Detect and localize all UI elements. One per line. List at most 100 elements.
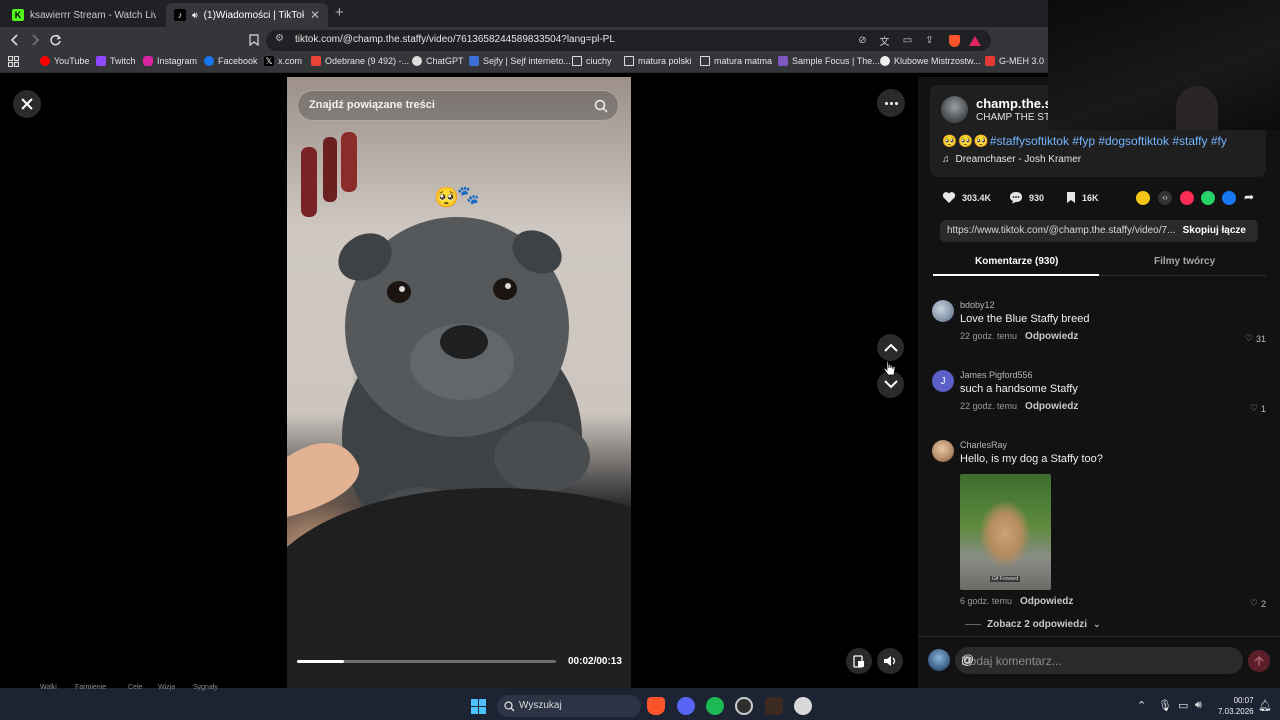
app-taskbar-icon[interactable] (794, 697, 812, 715)
start-button[interactable] (469, 697, 487, 715)
brave-rewards-icon[interactable] (966, 32, 983, 49)
bookmark-gmail[interactable]: Odebrane (9 492) -... (311, 56, 409, 66)
bookmark-page-button[interactable] (244, 30, 264, 50)
image-caption: Gif Forward (990, 576, 1021, 582)
bookmark-gmeh[interactable]: G-MEH 3.0 (985, 56, 1044, 66)
previous-video-button[interactable] (877, 334, 904, 361)
view-replies-button[interactable]: Zobacz 2 odpowiedzi ⌄ (965, 619, 1101, 630)
facebook-share-icon[interactable] (1222, 191, 1236, 205)
comment-author[interactable]: bdoby12 (960, 300, 995, 310)
save-button[interactable]: 16K (1066, 191, 1099, 204)
reply-button[interactable]: Odpowiedz (1025, 331, 1078, 342)
streamer-silhouette (1176, 86, 1218, 130)
send-to-friends-icon[interactable] (1180, 191, 1194, 205)
share-page-icon[interactable]: ⇪ (921, 32, 938, 49)
like-count: 303.4K (962, 192, 992, 203)
reply-button[interactable]: Odpowiedz (1020, 596, 1073, 607)
apps-grid-icon[interactable] (8, 56, 19, 67)
floating-player-button[interactable] (846, 648, 872, 674)
emoji-icon[interactable]: ☺ (961, 652, 1233, 667)
tab-creator-videos[interactable]: Filmy twórcy (1154, 256, 1215, 267)
comment-button[interactable]: 930 (1009, 191, 1044, 204)
microphone-icon[interactable]: 🎙︎ (1158, 699, 1172, 712)
share-arrow-icon[interactable]: ➦ (1244, 190, 1254, 204)
video-progress-bar[interactable] (297, 660, 556, 663)
comment-author[interactable]: CharlesRay (960, 440, 1007, 450)
spotify-taskbar-icon[interactable] (706, 697, 724, 715)
brave-shield-icon[interactable] (946, 32, 963, 49)
caption-hashtags[interactable]: #staffysoftiktok #fyp #dogsoftiktok #sta… (990, 134, 1227, 148)
notifications-icon[interactable]: 🔔︎ (1258, 699, 1272, 712)
network-icon[interactable]: ▭ (1178, 699, 1188, 712)
comment-avatar[interactable] (932, 440, 954, 462)
bookmark-facebook[interactable]: Facebook (204, 56, 258, 66)
site-info-icon[interactable]: ⚙︎ (275, 33, 284, 44)
discord-taskbar-icon[interactable] (677, 697, 695, 715)
reply-button[interactable]: Odpowiedz (1025, 401, 1078, 412)
taskbar-search[interactable]: Wyszukaj (497, 695, 641, 717)
browser-tab-tiktok[interactable]: ♪ 🔊︎ (1)Wiadomości | TikTok ✕ (166, 3, 328, 27)
new-tab-button[interactable]: + (335, 4, 344, 21)
comment-item: bdoby12 Love the Blue Staffy breed 22 go… (932, 300, 1268, 350)
bookmark-folder-matura-matma[interactable]: matura matma (700, 56, 772, 66)
video-player[interactable]: 🥺 🐾 (287, 77, 631, 688)
comment-input[interactable]: Dodaj komentarz... @ ☺ (955, 647, 1243, 674)
bookmark-klubowe[interactable]: Klubowe Mistrzostw... (880, 56, 981, 66)
copy-link-box[interactable]: https://www.tiktok.com/@champ.the.staffy… (940, 220, 1258, 242)
obs-taskbar-icon[interactable] (735, 697, 753, 715)
bookmark-sample-focus[interactable]: Sample Focus | The... (778, 56, 880, 66)
whatsapp-icon[interactable] (1201, 191, 1215, 205)
comment-like-button[interactable]: ♡ 31 (1245, 333, 1266, 344)
no-tracking-icon[interactable]: ⊘ (854, 32, 871, 49)
reload-button[interactable] (45, 30, 65, 50)
close-video-button[interactable] (13, 90, 41, 118)
forward-button[interactable] (25, 30, 45, 50)
comment-avatar[interactable] (932, 300, 954, 322)
copy-link-button[interactable]: Skopiuj łącze (1183, 225, 1246, 236)
comment-avatar[interactable]: J (932, 370, 954, 392)
share-coin-icon[interactable] (1136, 191, 1150, 205)
brave-taskbar-icon[interactable] (647, 697, 665, 715)
comment-like-button[interactable]: ♡ 2 (1250, 598, 1266, 609)
miniplayer-icon (853, 654, 864, 668)
post-comment-button[interactable] (1248, 650, 1270, 672)
bookmark-folder-matura-polski[interactable]: matura polski (624, 56, 692, 66)
system-clock[interactable]: 00:07 7.03.2026 (1218, 695, 1254, 717)
heart-outline-icon: ♡ (1249, 598, 1258, 608)
translate-icon[interactable]: 文 (876, 32, 893, 49)
bookmark-sejfy[interactable]: Sejfy | Sejf internetо... (469, 56, 571, 66)
omnibox[interactable]: ⚙︎ tiktok.com/@champ.the.staffy/video/76… (266, 30, 991, 51)
volume-button[interactable] (877, 648, 903, 674)
creator-username[interactable]: champ.the.st (976, 96, 1056, 111)
music-track[interactable]: ♫ Dreamchaser - Josh Kramer (942, 154, 1081, 165)
comment-like-count: 2 (1260, 598, 1266, 609)
bookmark-youtube[interactable]: YouTube (40, 56, 89, 66)
bookmark-chatgpt[interactable]: ChatGPT (412, 56, 464, 66)
volume-tray-icon[interactable]: 🔊︎ (1195, 699, 1202, 712)
reader-mode-icon[interactable]: ▭ (899, 32, 916, 49)
comment-attached-image[interactable]: Gif Forward (960, 474, 1051, 590)
game-taskbar-icon[interactable] (765, 697, 783, 715)
search-icon[interactable] (594, 99, 608, 113)
close-tab-icon[interactable]: ✕ (310, 8, 320, 22)
tray-overflow-icon[interactable]: ⌃ (1137, 699, 1146, 712)
embed-icon[interactable]: ‹› (1158, 191, 1172, 205)
comment-like-count: 31 (1255, 333, 1266, 344)
comment-author[interactable]: James Pigford556 (960, 370, 1033, 380)
chevron-down-icon (883, 380, 898, 389)
like-button[interactable]: 303.4K (942, 191, 991, 204)
bookmark-folder-ciuchy[interactable]: ciuchy (572, 56, 612, 66)
browser-tab-kick[interactable]: K ksawierrr Stream - Watch Live on Kick (4, 3, 164, 27)
more-options-button[interactable] (877, 89, 905, 117)
tab-comments[interactable]: Komentarze (930) (975, 256, 1058, 267)
background-tab-sygnaly: Sygnały (193, 684, 218, 691)
bookmark-instagram[interactable]: Instagram (143, 56, 197, 66)
creator-avatar[interactable] (941, 96, 968, 123)
comment-time: 6 godz. temu (960, 596, 1013, 606)
comment-like-button[interactable]: ♡ 1 (1250, 403, 1266, 414)
related-search-input[interactable]: Znajdź powiązane treści (297, 90, 619, 121)
comment-like-count: 1 (1260, 403, 1266, 414)
back-button[interactable] (5, 30, 25, 50)
bookmark-twitch[interactable]: Twitch (96, 56, 136, 66)
bookmark-x[interactable]: 𝕏x.com (264, 56, 302, 66)
